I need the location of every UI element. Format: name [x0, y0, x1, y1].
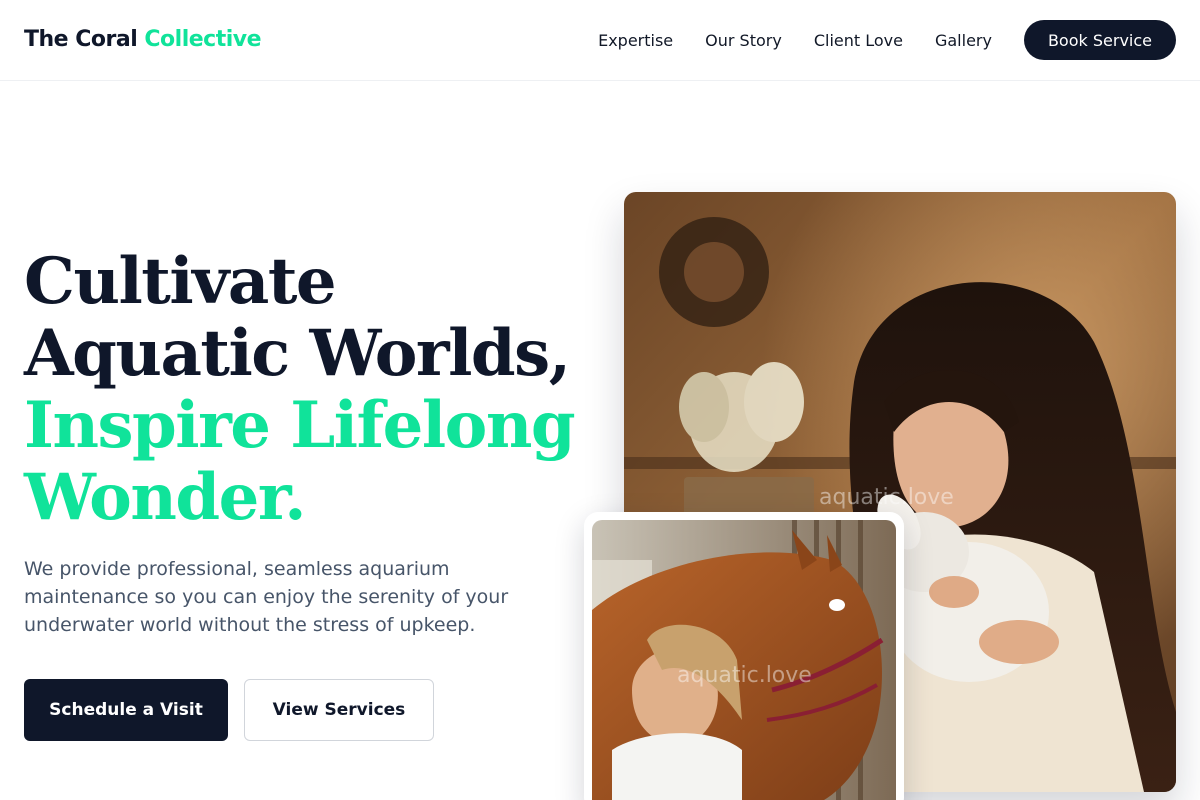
headline-line-2: Aquatic Worlds,	[24, 316, 571, 391]
view-services-button[interactable]: View Services	[244, 679, 434, 741]
brand-name-part2: Collective	[144, 27, 262, 52]
schedule-visit-button[interactable]: Schedule a Visit	[24, 679, 228, 741]
headline-line-3: Inspire Lifelong	[24, 388, 576, 463]
headline-line-1: Cultivate	[24, 244, 337, 319]
brand-logo[interactable]: The Coral Collective	[24, 26, 262, 54]
main-photo-watermark: aquatic.love	[819, 485, 954, 510]
book-service-button[interactable]: Book Service	[1023, 20, 1176, 60]
brand-name-part1: The Coral	[24, 27, 145, 52]
nav-link-our-story[interactable]: Our Story	[705, 31, 782, 50]
nav-links: Expertise Our Story Client Love Gallery …	[598, 20, 1176, 60]
small-photo-watermark: aquatic.love	[677, 663, 812, 688]
top-navbar: The Coral Collective Expertise Our Story…	[0, 0, 1200, 81]
nav-link-expertise[interactable]: Expertise	[598, 31, 673, 50]
headline-line-4: Wonder.	[24, 460, 306, 535]
hero-lead-text: We provide professional, seamless aquari…	[24, 558, 509, 636]
hero-headline: Cultivate Aquatic Worlds, Inspire Lifelo…	[24, 244, 576, 535]
nav-link-gallery[interactable]: Gallery	[935, 31, 992, 50]
nav-link-client-love[interactable]: Client Love	[814, 31, 903, 50]
hero-photo-horse: aquatic.love	[592, 520, 896, 800]
